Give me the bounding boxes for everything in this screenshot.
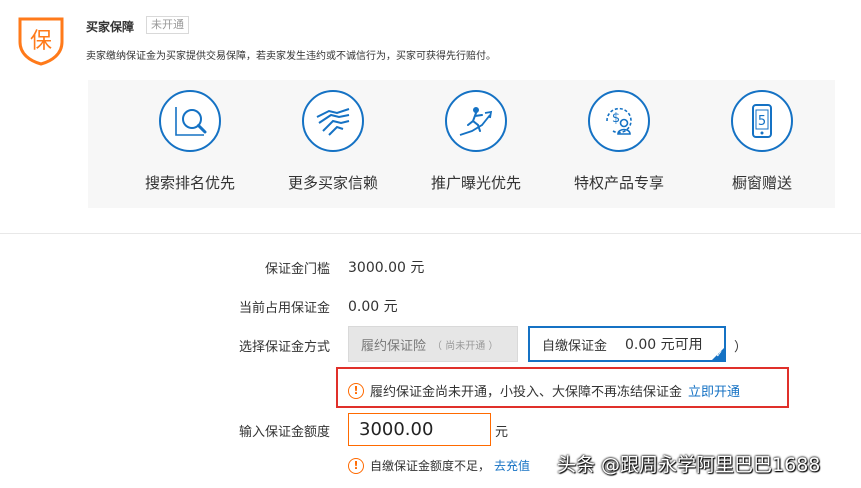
svg-text:5: 5 [758, 114, 766, 129]
deposit-option-button[interactable]: 自缴保证金 0.00 元可用 ✓ [528, 326, 726, 362]
deposit-available-amount: 0.00 元可用 [625, 337, 703, 353]
svg-text:$: $ [612, 111, 620, 126]
insurance-option-label: 履约保证险 [361, 338, 427, 354]
status-badge: 未开通 [146, 16, 189, 34]
dollar-person-icon: $ [588, 90, 650, 152]
benefit-search-ranking: 搜索排名优先 [120, 90, 260, 193]
method-label: 选择保证金方式 [238, 340, 330, 355]
benefit-showcase: 5 橱窗赠送 [692, 90, 832, 193]
section-divider [0, 233, 861, 234]
shield-logo-icon: 保 [16, 14, 66, 66]
benefits-panel: 搜索排名优先 更多买家信赖 推广曝光优先 $ 特权产品专享 5 橱窗赠送 [88, 80, 835, 208]
shield-char: 保 [30, 29, 52, 54]
benefit-label: 搜索排名优先 [144, 174, 235, 192]
occupied-value: 0.00 元 [348, 299, 398, 315]
notice-text: 履约保证金尚未开通，小投入、大保障不再冻结保证金 [370, 385, 683, 400]
amount-unit: 元 [495, 425, 509, 440]
phone-five-icon: 5 [731, 90, 793, 152]
threshold-label: 保证金门槛 [264, 262, 330, 277]
insurance-option-note: （ 尚未开通 ） [432, 340, 499, 352]
activate-now-link[interactable]: 立即开通 [688, 381, 740, 400]
insurance-option-button[interactable]: 履约保证险 （ 尚未开通 ） [348, 326, 518, 362]
rising-person-icon [445, 90, 507, 152]
benefit-label: 更多买家信赖 [287, 174, 378, 192]
recharge-link[interactable]: 去充值 [494, 457, 530, 474]
threshold-value: 3000.00 元 [348, 260, 425, 276]
insufficient-tip: ! 自缴保证金额度不足， 去充值 [348, 457, 530, 474]
close-paren: ） [734, 340, 748, 355]
section-title: 买家保障 [86, 20, 135, 34]
tip-text: 自缴保证金额度不足， [370, 459, 491, 473]
benefit-label: 推广曝光优先 [430, 174, 521, 192]
benefit-label: 橱窗赠送 [731, 174, 792, 192]
warning-icon: ! [348, 382, 364, 399]
occupied-label: 当前占用保证金 [238, 301, 330, 316]
benefit-buyer-trust: 更多买家信赖 [263, 90, 403, 193]
insurance-notice: ! 履约保证金尚未开通，小投入、大保障不再冻结保证金 立即开通 [336, 367, 789, 408]
warning-icon: ! [348, 457, 364, 474]
deposit-option-label: 自缴保证金 [542, 338, 608, 354]
search-chart-icon [159, 90, 221, 152]
amount-label: 输入保证金额度 [238, 425, 330, 440]
benefit-exclusive-product: $ 特权产品专享 [549, 90, 689, 193]
watermark-text: 头条 @跟周永学阿里巴巴1688 [557, 454, 821, 476]
deposit-amount-input[interactable] [348, 413, 491, 446]
checkmark-icon: ✓ [715, 350, 723, 360]
benefit-exposure: 推广曝光优先 [406, 90, 546, 193]
section-description: 卖家缴纳保证金为买家提供交易保障，若卖家发生违约或不诚信行为，买家可获得先行赔付… [86, 51, 496, 62]
handshake-icon [302, 90, 364, 152]
benefit-label: 特权产品专享 [573, 174, 664, 192]
